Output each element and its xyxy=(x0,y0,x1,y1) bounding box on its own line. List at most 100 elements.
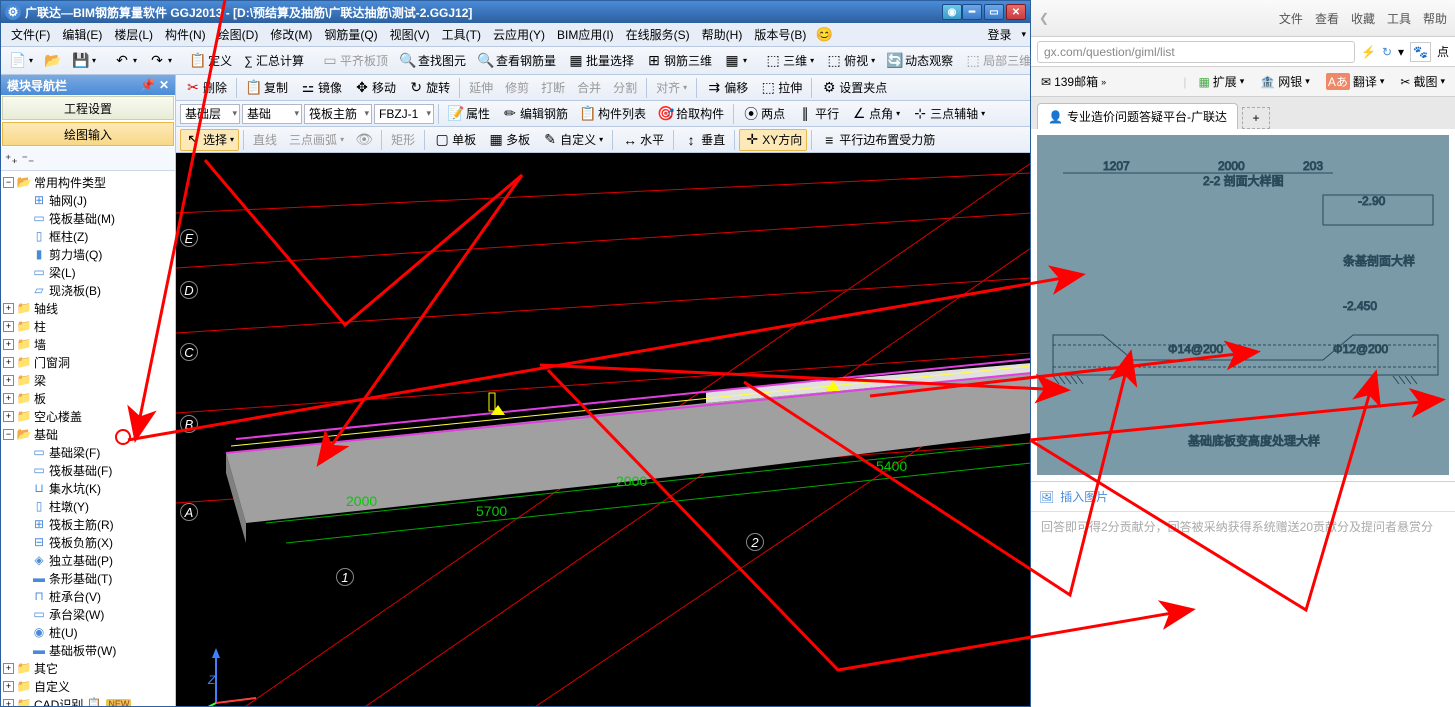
trim-button[interactable]: 修剪 xyxy=(500,77,534,99)
break-button[interactable]: 打断 xyxy=(536,77,570,99)
tree-foundation[interactable]: −📂基础 xyxy=(3,425,173,443)
menu-draw[interactable]: 绘图(D) xyxy=(212,24,265,45)
new-tab-button[interactable]: + xyxy=(1242,107,1270,129)
find-grid-button[interactable]: 🔍查找图元 xyxy=(395,50,471,72)
section-project-settings[interactable]: 工程设置 xyxy=(2,96,174,120)
tree-slab-cat[interactable]: +📁板 xyxy=(3,389,173,407)
custom-button[interactable]: ✎自定义▾ xyxy=(537,129,608,151)
move-button[interactable]: ✥移动 xyxy=(349,77,401,99)
dot-label[interactable]: 点 xyxy=(1437,43,1449,60)
menu-tool[interactable]: 工具(T) xyxy=(436,24,487,45)
browser-menu-view[interactable]: 查看 xyxy=(1315,10,1339,27)
layers-button[interactable]: ▦▾ xyxy=(719,50,752,72)
smiley-icon[interactable]: 😊 xyxy=(816,27,832,43)
flat-top-button[interactable]: ▭平齐板顶 xyxy=(317,50,393,72)
mirror-button[interactable]: ⚍镜像 xyxy=(295,77,347,99)
menu-login[interactable]: 登录 xyxy=(981,24,1017,45)
tree-beam-cat[interactable]: +📁梁 xyxy=(3,371,173,389)
tree-raft-base2[interactable]: ▭筏板基础(F) xyxy=(3,461,173,479)
bookmark-139[interactable]: ✉139邮箱» xyxy=(1037,71,1110,92)
tree-other[interactable]: +📁其它 xyxy=(3,659,173,677)
insert-image-button[interactable]: 🖼 插入图片 xyxy=(1031,481,1455,511)
tree-column[interactable]: +📁柱 xyxy=(3,317,173,335)
multi-button[interactable]: ▦多板 xyxy=(483,129,535,151)
lightning-icon[interactable]: ⚡ xyxy=(1361,45,1376,59)
tree-wall[interactable]: +📁墙 xyxy=(3,335,173,353)
collapse-icon[interactable]: ⁻₋ xyxy=(22,152,35,166)
3d-button[interactable]: ⬚三维▾ xyxy=(760,50,819,72)
tree-pilecap[interactable]: ⊓桩承台(V) xyxy=(3,587,173,605)
rect-button[interactable]: 矩形 xyxy=(386,129,420,151)
chevron-down-icon[interactable]: ▾ xyxy=(1021,29,1026,40)
tree-strip[interactable]: ▬条形基础(T) xyxy=(3,569,173,587)
menu-version[interactable]: 版本号(B) xyxy=(748,24,812,45)
maximize-button[interactable]: ▭ xyxy=(984,4,1004,20)
two-point-button[interactable]: ⦿两点 xyxy=(738,103,790,125)
attr-button[interactable]: 📝属性 xyxy=(443,103,495,125)
panel-close-icon[interactable]: ✕ xyxy=(159,78,169,92)
tree-slab[interactable]: ▱现浇板(B) xyxy=(3,281,173,299)
section-draw-input[interactable]: 绘图输入 xyxy=(2,122,174,146)
merge-button[interactable]: 合并 xyxy=(572,77,606,99)
menu-help[interactable]: 帮助(H) xyxy=(696,24,749,45)
open-button[interactable]: 📂 xyxy=(40,50,66,72)
menu-view[interactable]: 视图(V) xyxy=(384,24,436,45)
tree-axis[interactable]: +📁轴线 xyxy=(3,299,173,317)
bank-button[interactable]: 🏦网银▾ xyxy=(1256,71,1314,92)
tree-pile[interactable]: ◉桩(U) xyxy=(3,623,173,641)
screenshot-button[interactable]: ✂截图▾ xyxy=(1396,71,1449,92)
tree-root[interactable]: −📂常用构件类型 xyxy=(3,173,173,191)
name-combo[interactable]: FBZJ-1 xyxy=(374,104,434,124)
rebar-3d-button[interactable]: ⊞钢筋三维 xyxy=(641,50,717,72)
split-button[interactable]: 分割 xyxy=(608,77,642,99)
tree-door-window[interactable]: +📁门窗洞 xyxy=(3,353,173,371)
tree-basestrip[interactable]: ▬基础板带(W) xyxy=(3,641,173,659)
tree-raft-neg[interactable]: ⊟筏板负筋(X) xyxy=(3,533,173,551)
tree-axis-grid[interactable]: ⊞轴网(J) xyxy=(3,191,173,209)
line-button[interactable]: 直线 xyxy=(248,129,282,151)
expand-icon[interactable]: ⁺₊ xyxy=(5,152,18,166)
stretch-button[interactable]: ⬚拉伸 xyxy=(755,77,807,99)
help-button-icon[interactable]: ◉ xyxy=(942,4,962,20)
align-button[interactable]: 对齐▾ xyxy=(651,77,692,99)
overlook-button[interactable]: ⬚俯视▾ xyxy=(821,50,880,72)
xy-dir-button[interactable]: ✛XY方向 xyxy=(739,129,807,151)
browser-tab-active[interactable]: 👤 专业造价问题答疑平台-广联达 xyxy=(1037,103,1238,129)
pin-icon[interactable]: 📌 xyxy=(140,78,155,92)
single-button[interactable]: ▢单板 xyxy=(429,129,481,151)
floor-combo[interactable]: 基础层 xyxy=(180,104,240,124)
arc3-button[interactable]: 三点画弧▾ xyxy=(284,129,349,151)
pick-button[interactable]: 🎯拾取构件 xyxy=(653,103,729,125)
save-button[interactable]: 💾▾ xyxy=(68,50,101,72)
browser-menu-help[interactable]: 帮助 xyxy=(1423,10,1447,27)
delete-button[interactable]: ✂删除 xyxy=(180,77,232,99)
new-button[interactable]: 📄▾ xyxy=(5,50,38,72)
tree-cad[interactable]: +📁CAD识别📋NEW xyxy=(3,695,173,706)
tree-pier[interactable]: ▯柱墩(Y) xyxy=(3,497,173,515)
rotate-button[interactable]: ↻旋转 xyxy=(403,77,455,99)
menu-edit[interactable]: 编辑(E) xyxy=(56,24,108,45)
extend-button[interactable]: 延伸 xyxy=(464,77,498,99)
browser-prev-icon[interactable]: ❮ xyxy=(1039,11,1049,25)
close-button[interactable]: ✕ xyxy=(1006,4,1026,20)
browser-menu-file[interactable]: 文件 xyxy=(1279,10,1303,27)
parallel-button[interactable]: ∥平行 xyxy=(792,103,844,125)
menu-online[interactable]: 在线服务(S) xyxy=(620,24,696,45)
menu-file[interactable]: 文件(F) xyxy=(5,24,56,45)
horiz-button[interactable]: ↔水平 xyxy=(617,129,669,151)
menu-cloud[interactable]: 云应用(Y) xyxy=(487,24,551,45)
tree-raft-base[interactable]: ▭筏板基础(M) xyxy=(3,209,173,227)
view-rebar-button[interactable]: 🔍查看钢筋量 xyxy=(473,50,561,72)
edge-force-button[interactable]: ≡平行边布置受力筋 xyxy=(816,129,940,151)
tree-hollow[interactable]: +📁空心楼盖 xyxy=(3,407,173,425)
dropdown-icon[interactable]: ▾ xyxy=(1398,45,1404,59)
tree-capbeam[interactable]: ▭承台梁(W) xyxy=(3,605,173,623)
refresh-icon[interactable]: ↻ xyxy=(1382,45,1392,59)
edit-rebar-button[interactable]: ✏编辑钢筋 xyxy=(497,103,573,125)
browser-menu-fav[interactable]: 收藏 xyxy=(1351,10,1375,27)
batch-select-button[interactable]: ▦批量选择 xyxy=(563,50,639,72)
redo-button[interactable]: ↷▾ xyxy=(144,50,177,72)
ext-button[interactable]: ▦扩展▾ xyxy=(1194,71,1248,92)
menu-modify[interactable]: 修改(M) xyxy=(264,24,318,45)
tree-beam[interactable]: ▭梁(L) xyxy=(3,263,173,281)
